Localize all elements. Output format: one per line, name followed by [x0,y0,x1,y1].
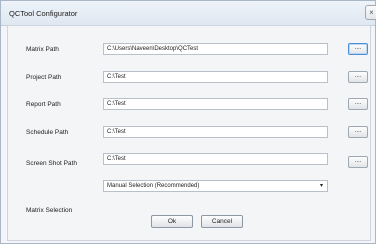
matrix-path-field[interactable]: C:\Users\Naveen\Desktop\QCTest [103,43,328,55]
screenshot-path-browse-button[interactable]: .... [348,156,368,168]
project-path-field[interactable]: C:\Test [103,71,328,83]
schedule-path-label: Schedule Path [26,129,69,136]
ok-button[interactable]: Ok [151,215,193,228]
screenshot-path-label: Screen Shot Path [26,160,77,167]
report-path-browse-button[interactable]: .... [348,98,368,110]
chevron-down-icon: ▾ [319,183,323,189]
schedule-path-browse-button[interactable]: .... [348,126,368,138]
report-path-label: Report Path [26,101,61,108]
configurator-window: QCTool Configurator × Matrix Path C:\Use… [0,0,376,244]
window-title: QCTool Configurator [9,9,78,18]
matrix-selection-label: Matrix Selection [26,207,73,214]
screenshot-path-field[interactable]: C:\Test [103,153,328,165]
project-path-label: Project Path [26,74,62,81]
matrix-selection-dropdown[interactable]: Manual Selection (Recommended) ▾ [103,180,328,192]
report-path-field[interactable]: C:\Test [103,98,328,110]
close-button[interactable]: × [365,5,376,20]
close-icon: × [369,8,374,17]
project-path-browse-button[interactable]: .... [348,71,368,83]
matrix-path-browse-button[interactable]: .... [348,43,368,55]
dialog-body: Matrix Path C:\Users\Naveen\Desktop\QCTe… [7,25,371,241]
cancel-button[interactable]: Cancel [201,215,243,228]
schedule-path-field[interactable]: C:\Test [103,126,328,138]
title-bar[interactable]: QCTool Configurator × [1,1,376,26]
matrix-path-label: Matrix Path [26,46,59,53]
matrix-selection-value: Manual Selection (Recommended) [107,183,200,189]
